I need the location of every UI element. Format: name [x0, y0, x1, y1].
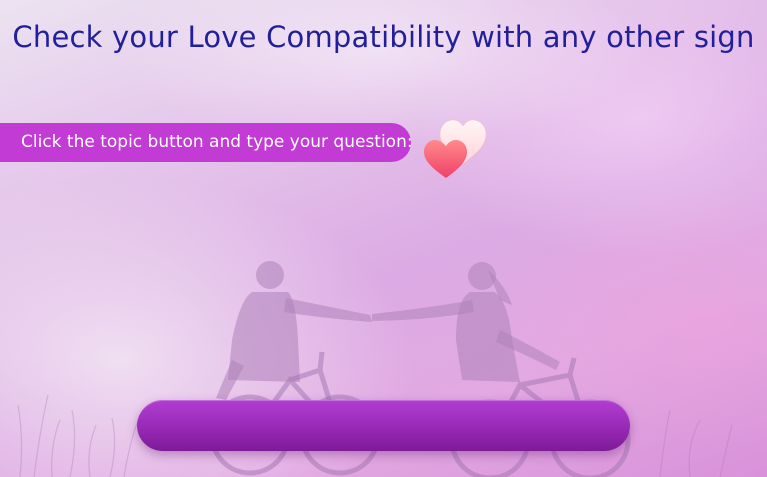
- instruction-text: Click the topic button and type your que…: [21, 132, 413, 152]
- topic-button[interactable]: [137, 400, 630, 451]
- two-hearts-icon: [424, 119, 487, 178]
- page-title: Check your Love Compatibility with any o…: [12, 20, 755, 54]
- instruction-banner: Click the topic button and type your que…: [0, 123, 413, 162]
